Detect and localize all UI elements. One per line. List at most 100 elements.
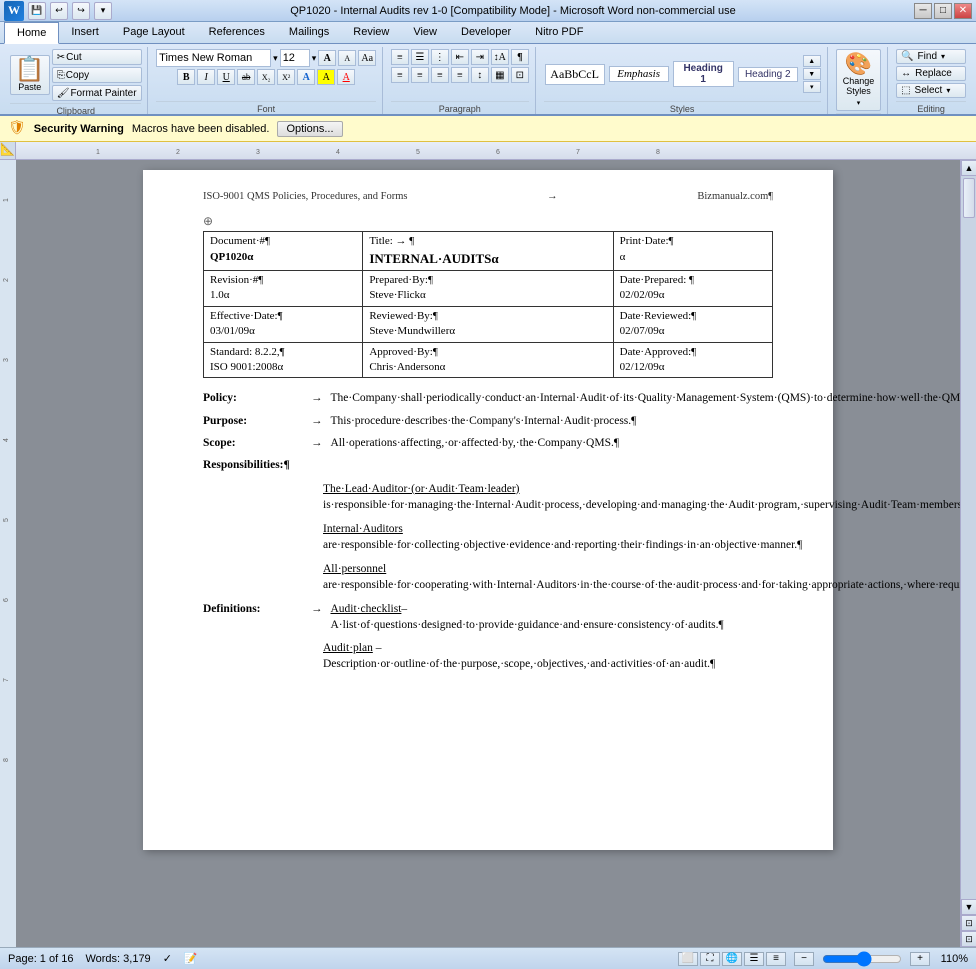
page-down-btn[interactable]: ⊡	[961, 931, 976, 947]
tab-review[interactable]: Review	[341, 22, 401, 43]
font-size-dropdown[interactable]: ▾	[312, 53, 317, 64]
para-row1: ≡ ☰ ⋮ ⇤ ⇥ ↕A ¶	[391, 49, 529, 65]
purpose-text: This·procedure·describes·the·Company's·I…	[331, 413, 637, 429]
track-changes-icon[interactable]: 📝	[184, 952, 198, 965]
increase-indent-btn[interactable]: ⇥	[471, 49, 489, 65]
strikethrough-btn[interactable]: ab	[237, 69, 255, 85]
emphasis-style-btn[interactable]: Emphasis	[609, 66, 669, 82]
sort-btn[interactable]: ↕A	[491, 49, 509, 65]
full-screen-btn[interactable]: ⛶	[700, 952, 720, 966]
security-warning-label: Security Warning	[34, 123, 124, 135]
spell-check-icon[interactable]: ✓	[163, 952, 172, 965]
numbering-btn[interactable]: ☰	[411, 49, 429, 65]
table-cell-reviewed: Reviewed·By:¶ Steve·Mundwillerα	[363, 306, 613, 342]
page-up-btn[interactable]: ⊡	[961, 915, 976, 931]
heading1-style-btn[interactable]: Heading 1	[673, 61, 734, 87]
change-styles-content: 🎨 ChangeStyles ▾	[836, 47, 881, 113]
subscript-btn[interactable]: X₂	[257, 69, 275, 85]
copy-button[interactable]: ⎘ Copy	[52, 67, 142, 83]
styles-more-btn[interactable]: ▾	[803, 81, 821, 93]
scroll-down-btn[interactable]: ▼	[961, 899, 976, 915]
security-icon: 🛡	[8, 120, 26, 137]
normal-style-btn[interactable]: AaBbCcL	[545, 64, 605, 85]
paste-button[interactable]: 📋 Paste	[10, 55, 50, 95]
decrease-indent-btn[interactable]: ⇤	[451, 49, 469, 65]
grow-font-btn[interactable]: A	[318, 50, 336, 66]
vertical-scrollbar[interactable]: ▲ ▼ ⊡ ⊡	[960, 160, 976, 947]
show-marks-btn[interactable]: ¶	[511, 49, 529, 65]
shrink-font-btn[interactable]: A	[338, 50, 356, 66]
zoom-level[interactable]: 110%	[938, 953, 968, 965]
svg-text:1: 1	[96, 149, 100, 156]
shading-btn[interactable]: ▦	[491, 67, 509, 83]
find-button[interactable]: 🔍Find▾	[896, 49, 966, 64]
multilevel-btn[interactable]: ⋮	[431, 49, 449, 65]
para-row2: ≡ ≡ ≡ ≡ ↕ ▦ ⊡	[391, 67, 529, 83]
svg-text:7: 7	[3, 678, 10, 682]
zoom-slider[interactable]	[822, 953, 902, 965]
font-name-dropdown[interactable]: ▾	[273, 53, 278, 64]
standard-value: ISO 9001:2008α	[210, 360, 356, 375]
underline-btn[interactable]: U	[217, 69, 235, 85]
superscript-btn[interactable]: X²	[277, 69, 295, 85]
zoom-minus-btn[interactable]: −	[794, 952, 814, 966]
line-spacing-btn[interactable]: ↕	[471, 67, 489, 83]
italic-btn[interactable]: I	[197, 69, 215, 85]
policy-text: The·Company·shall·periodically·conduct·a…	[331, 390, 961, 406]
options-button[interactable]: Options...	[277, 121, 342, 137]
text-effects-btn[interactable]: A	[297, 69, 315, 85]
borders-btn[interactable]: ⊡	[511, 67, 529, 83]
table-row-1: Document·#¶ QP1020α Title: → ¶ INTERNAL·…	[204, 232, 773, 271]
maximize-btn[interactable]: □	[934, 3, 952, 19]
highlight-btn[interactable]: A	[317, 69, 335, 85]
tab-developer[interactable]: Developer	[449, 22, 523, 43]
replace-button[interactable]: ↔Replace	[896, 66, 966, 81]
scroll-up-btn[interactable]: ▲	[961, 160, 976, 176]
align-right-btn[interactable]: ≡	[431, 67, 449, 83]
table-cell-title: Title: → ¶ INTERNAL·AUDITSα	[363, 232, 613, 271]
svg-text:2: 2	[3, 278, 10, 282]
tab-bar: Home Insert Page Layout References Maili…	[0, 22, 976, 44]
draft-btn[interactable]: ≡	[766, 952, 786, 966]
outline-btn[interactable]: ☰	[744, 952, 764, 966]
tab-home[interactable]: Home	[4, 22, 59, 44]
redo-quick-btn[interactable]: ↪	[72, 2, 90, 20]
save-quick-btn[interactable]: 💾	[28, 2, 46, 20]
main-area: 1 2 3 4 5 6 7 8 ISO-9001 QMS Policies, P…	[0, 160, 976, 947]
heading2-style-btn[interactable]: Heading 2	[738, 67, 798, 82]
header-arrow: →	[547, 190, 558, 205]
svg-text:7: 7	[576, 149, 580, 156]
zoom-plus-btn[interactable]: +	[910, 952, 930, 966]
tab-page-layout[interactable]: Page Layout	[111, 22, 197, 43]
web-layout-btn[interactable]: 🌐	[722, 952, 742, 966]
align-center-btn[interactable]: ≡	[411, 67, 429, 83]
minimize-btn[interactable]: ─	[914, 3, 932, 19]
tab-insert[interactable]: Insert	[59, 22, 111, 43]
bold-btn[interactable]: B	[177, 69, 195, 85]
doc-num-value: QP1020α	[210, 250, 356, 265]
tab-references[interactable]: References	[197, 22, 277, 43]
bullets-btn[interactable]: ≡	[391, 49, 409, 65]
change-styles-button[interactable]: 🎨 ChangeStyles ▾	[836, 49, 882, 111]
format-painter-button[interactable]: 🖌 Format Painter	[52, 85, 142, 101]
styles-scroll-down-btn[interactable]: ▼	[803, 68, 821, 80]
print-layout-btn[interactable]: ⬜	[678, 952, 698, 966]
close-btn[interactable]: ✕	[954, 3, 972, 19]
document-scroll-area[interactable]: ISO-9001 QMS Policies, Procedures, and F…	[16, 160, 960, 947]
qa-dropdown-btn[interactable]: ▾	[94, 2, 112, 20]
font-name-input[interactable]	[156, 49, 271, 67]
select-button[interactable]: ⬚Select▾	[896, 83, 966, 98]
purpose-section: Purpose: → This·procedure·describes·the·…	[203, 413, 773, 429]
scroll-thumb[interactable]	[963, 178, 975, 218]
font-size-input[interactable]	[280, 49, 310, 67]
undo-quick-btn[interactable]: ↩	[50, 2, 68, 20]
tab-view[interactable]: View	[401, 22, 449, 43]
tab-nitro[interactable]: Nitro PDF	[523, 22, 595, 43]
font-color-btn[interactable]: A	[337, 69, 355, 85]
tab-mailings[interactable]: Mailings	[277, 22, 341, 43]
styles-scroll-up-btn[interactable]: ▲	[803, 55, 821, 67]
clear-format-btn[interactable]: Aa	[358, 50, 376, 66]
align-left-btn[interactable]: ≡	[391, 67, 409, 83]
cut-button[interactable]: ✂ Cut	[52, 49, 142, 65]
justify-btn[interactable]: ≡	[451, 67, 469, 83]
